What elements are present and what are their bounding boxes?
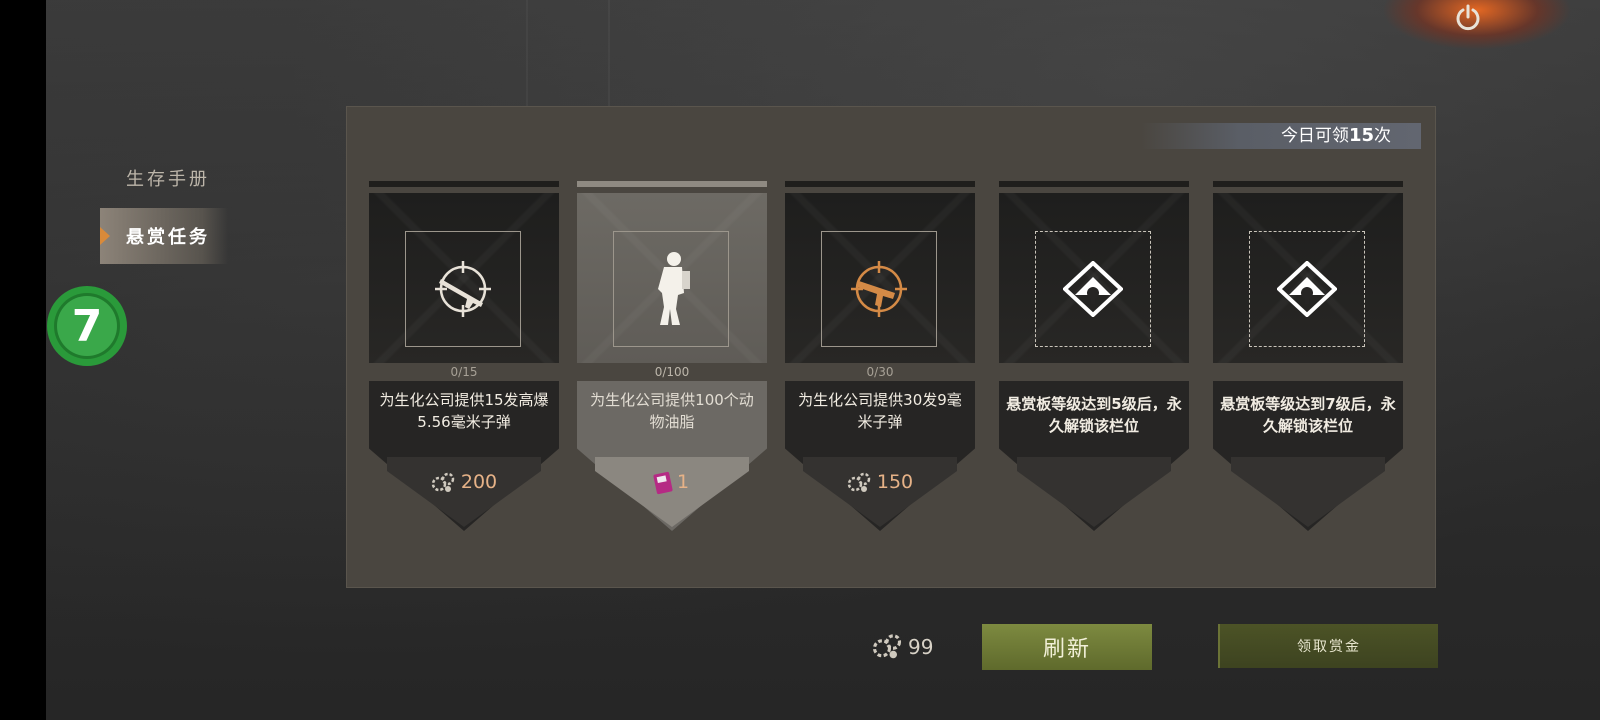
menu-item-label: 生存手册 — [126, 169, 210, 190]
card-description: 悬赏板等级达到7级后，永久解锁该栏位 — [1220, 395, 1396, 435]
card-icon-frame — [1035, 231, 1151, 347]
daily-claims-banner: 今日可领15次 — [1141, 123, 1421, 149]
refresh-button[interactable]: 刷新 — [982, 624, 1152, 670]
card-top-bar — [785, 181, 975, 187]
gear-currency-icon — [872, 634, 902, 659]
card-icon-frame — [613, 231, 729, 347]
card-art — [577, 193, 767, 363]
card-icon-frame — [1249, 231, 1365, 347]
card-icon-frame — [405, 231, 521, 347]
refresh-currency: 99 — [872, 630, 933, 664]
reward-amount: 200 — [460, 471, 498, 493]
locked-slot-card-2[interactable]: 悬赏板等级达到7级后，永久解锁该栏位 — [1213, 181, 1403, 531]
locked-slot-card-1[interactable]: 悬赏板等级达到5级后，永久解锁该栏位 — [999, 181, 1189, 531]
level-badge[interactable]: 7 — [46, 285, 128, 367]
bounty-panel: 今日可领15次 0/15 为生化公司提供15发高爆5.56毫米子弹 200 0/… — [346, 106, 1436, 588]
rifle-crosshair-icon — [435, 261, 491, 317]
card-top-bar — [1213, 181, 1403, 187]
soldier-figure-icon — [658, 252, 690, 325]
menu-survival-handbook[interactable]: 生存手册 — [100, 150, 228, 206]
card-icon-frame — [821, 231, 937, 347]
card-top-bar — [999, 181, 1189, 187]
gear-currency-icon — [431, 472, 455, 492]
reward-amount: 1 — [676, 471, 690, 493]
card-description: 为生化公司提供100个动物油脂 — [590, 391, 754, 431]
card-progress: 0/100 — [654, 365, 690, 379]
bounty-card-1[interactable]: 0/15 为生化公司提供15发高爆5.56毫米子弹 200 — [369, 181, 559, 531]
card-description: 为生化公司提供15发高爆5.56毫米子弹 — [379, 391, 549, 431]
card-top-bar — [369, 181, 559, 187]
level-number: 7 — [72, 301, 103, 352]
lock-icon — [1277, 261, 1337, 317]
card-reward: 150 — [785, 471, 975, 494]
card-art — [785, 193, 975, 363]
smg-crosshair-icon — [851, 261, 907, 317]
bounty-card-3[interactable]: 0/30 为生化公司提供30发9毫米子弹 150 — [785, 181, 975, 531]
lock-icon — [1063, 261, 1123, 317]
menu-bounty-tasks[interactable]: 悬赏任务 — [100, 208, 228, 264]
claims-prefix: 今日可领 — [1280, 126, 1349, 146]
ticket-icon — [653, 471, 673, 494]
reward-plate — [1231, 457, 1385, 527]
card-reward: 200 — [369, 471, 559, 494]
menu-item-label: 悬赏任务 — [126, 227, 210, 248]
card-progress: 0/30 — [866, 365, 894, 379]
claims-count: 15 — [1348, 125, 1374, 146]
power-icon[interactable] — [1452, 2, 1484, 34]
active-arrow-icon — [100, 227, 110, 245]
currency-amount: 99 — [908, 635, 934, 659]
gear-currency-icon — [847, 472, 871, 492]
bounty-card-2[interactable]: 0/100 为生化公司提供100个动物油脂 1 — [577, 181, 767, 531]
card-description: 悬赏板等级达到5级后，永久解锁该栏位 — [1006, 395, 1182, 435]
claim-bounty-button[interactable]: 领取赏金 — [1218, 624, 1438, 668]
card-progress: 0/15 — [450, 365, 478, 379]
claims-suffix: 次 — [1374, 126, 1391, 146]
reward-plate — [1017, 457, 1171, 527]
card-reward: 1 — [577, 471, 767, 494]
card-top-bar — [577, 181, 767, 187]
card-description: 为生化公司提供30发9毫米子弹 — [798, 391, 962, 431]
reward-amount: 150 — [876, 471, 914, 493]
card-art — [1213, 193, 1403, 363]
card-art — [999, 193, 1189, 363]
card-art — [369, 193, 559, 363]
